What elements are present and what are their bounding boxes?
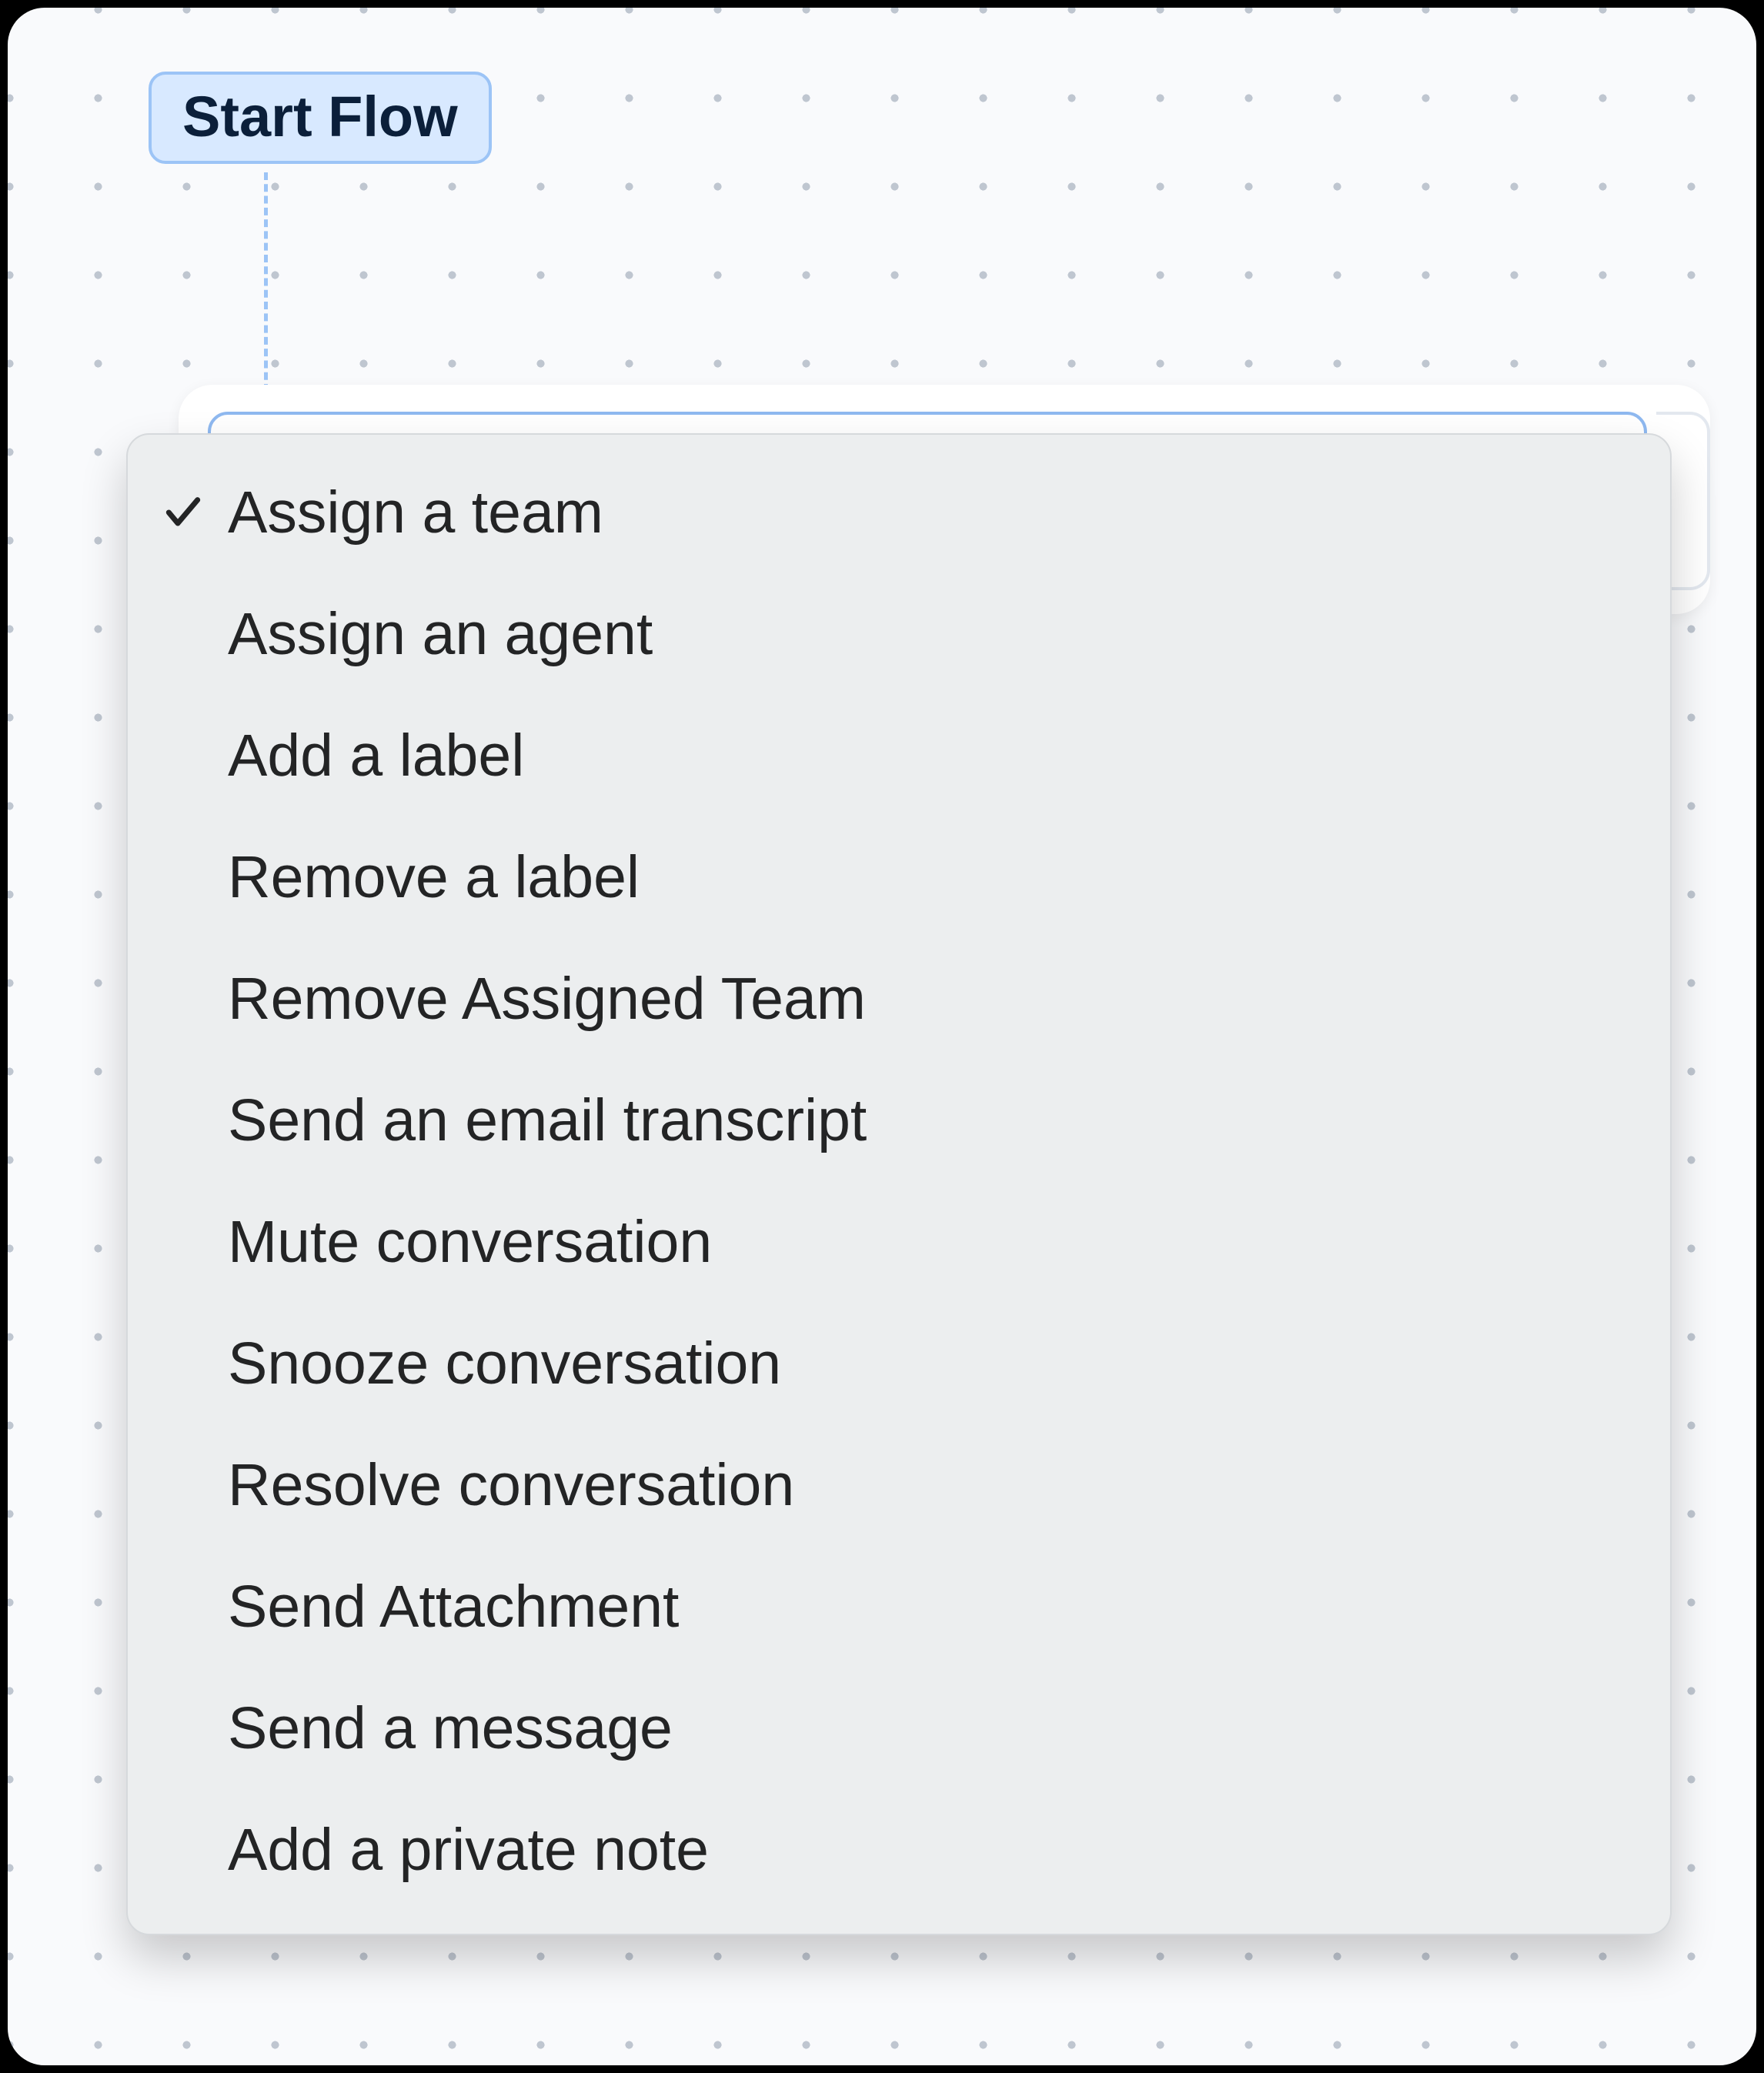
dropdown-item-assign-team[interactable]: Assign a team	[128, 452, 1670, 573]
dropdown-item-label: Remove a label	[228, 846, 1636, 909]
dropdown-item-add-label[interactable]: Add a label	[128, 695, 1670, 816]
dropdown-item-label: Add a private note	[228, 1819, 1636, 1881]
dropdown-item-assign-agent[interactable]: Assign an agent	[128, 573, 1670, 695]
app-frame: Start Flow Assign a team Assign an agent…	[0, 0, 1764, 2073]
dropdown-item-label: Mute conversation	[228, 1211, 1636, 1274]
dropdown-item-send-attachment[interactable]: Send Attachment	[128, 1546, 1670, 1667]
check-icon	[162, 491, 228, 534]
dropdown-item-private-note[interactable]: Add a private note	[128, 1789, 1670, 1911]
dropdown-item-send-message[interactable]: Send a message	[128, 1667, 1670, 1789]
dropdown-item-label: Send Attachment	[228, 1576, 1636, 1638]
dropdown-item-snooze[interactable]: Snooze conversation	[128, 1303, 1670, 1424]
dropdown-item-label: Send an email transcript	[228, 1090, 1636, 1152]
dropdown-item-label: Assign an agent	[228, 603, 1636, 666]
flow-canvas[interactable]: Start Flow Assign a team Assign an agent…	[8, 8, 1756, 2065]
flow-connector	[264, 172, 268, 392]
dropdown-item-label: Assign a team	[228, 482, 1636, 544]
dropdown-item-mute[interactable]: Mute conversation	[128, 1181, 1670, 1303]
dropdown-item-email-transcript[interactable]: Send an email transcript	[128, 1060, 1670, 1181]
dropdown-item-remove-team[interactable]: Remove Assigned Team	[128, 938, 1670, 1060]
action-dropdown[interactable]: Assign a team Assign an agent Add a labe…	[126, 433, 1672, 1935]
dropdown-item-label: Resolve conversation	[228, 1454, 1636, 1517]
dropdown-item-resolve[interactable]: Resolve conversation	[128, 1424, 1670, 1546]
dropdown-item-label: Snooze conversation	[228, 1333, 1636, 1395]
dropdown-item-label: Add a label	[228, 725, 1636, 787]
dropdown-item-remove-label[interactable]: Remove a label	[128, 816, 1670, 938]
dropdown-item-label: Send a message	[228, 1697, 1636, 1760]
dropdown-item-label: Remove Assigned Team	[228, 968, 1636, 1030]
start-flow-node[interactable]: Start Flow	[149, 72, 492, 164]
